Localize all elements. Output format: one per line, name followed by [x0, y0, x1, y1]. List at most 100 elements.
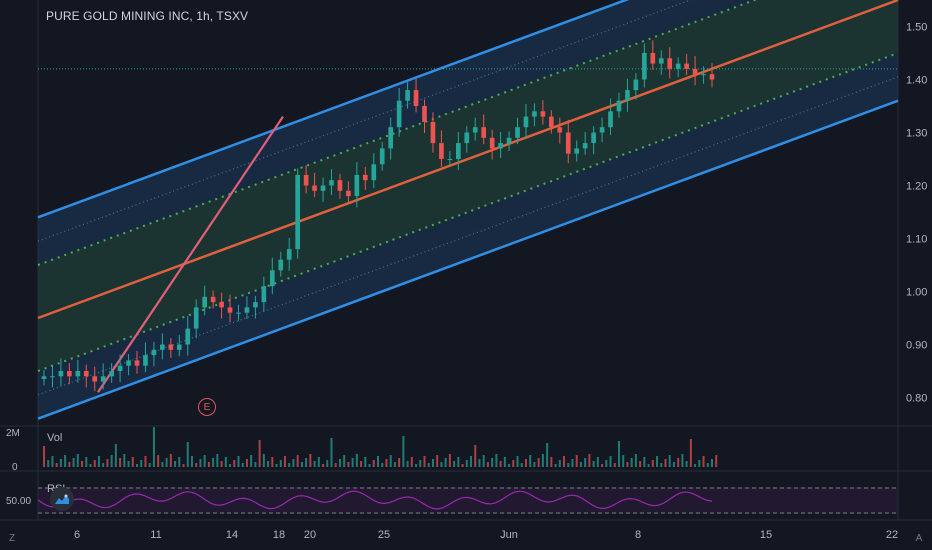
candle-body [303, 174, 309, 186]
candle-body [58, 371, 64, 377]
volume-bar [579, 462, 582, 467]
volume-bar [43, 446, 45, 467]
candle-body [658, 58, 664, 64]
candle-body [50, 376, 55, 378]
price-tick-label: 1.30 [906, 128, 927, 140]
volume-label: Vol [47, 432, 63, 444]
candle-body [261, 286, 267, 303]
volume-bar [355, 454, 358, 467]
candle-body [371, 164, 377, 181]
candle-body [565, 132, 571, 154]
candle-body [193, 307, 199, 329]
candle-body [362, 174, 368, 181]
volume-bar [495, 454, 498, 467]
volume-bar [419, 460, 422, 467]
candle-body [523, 116, 529, 128]
volume-bar [292, 459, 295, 467]
volume-bar [617, 441, 620, 467]
volume-bar [524, 459, 527, 467]
volume-bar [685, 461, 688, 467]
candle-body [396, 100, 402, 128]
volume-bar [537, 458, 540, 467]
candle-body [439, 143, 444, 159]
volume-bar [140, 460, 143, 467]
time-tick-label: 11 [150, 529, 161, 541]
volume-bar [68, 462, 71, 467]
volume-bar [639, 461, 642, 467]
volume-bar [381, 463, 384, 467]
volume-bar [516, 456, 519, 467]
volume-bar [360, 461, 363, 467]
auto-scale-button[interactable]: A [912, 532, 926, 546]
volume-bar [592, 461, 595, 467]
earnings-marker[interactable]: E [198, 398, 216, 416]
volume-bar [550, 457, 553, 467]
volume-bar [144, 456, 147, 467]
price-chart[interactable]: 1.50 1.40 1.30 1.20 1.10 1.00 0.90 0.80 2M 0 50.00… [0, 0, 932, 550]
candle-body [176, 344, 182, 350]
volume-bar [533, 462, 536, 467]
volume-bar [656, 456, 659, 467]
volume-bar [216, 454, 219, 467]
volume-bar [313, 461, 316, 467]
candle-body [684, 63, 689, 69]
candle-body [143, 355, 148, 366]
candle-body [405, 90, 410, 101]
volume-bar [161, 462, 164, 467]
volume-bar [288, 463, 291, 467]
volume-bar [694, 464, 697, 467]
zoom-button[interactable]: Z [5, 532, 19, 546]
volume-bar [596, 457, 599, 467]
candle-body [591, 132, 596, 144]
volume-bar [377, 456, 379, 467]
candle-body [388, 127, 394, 149]
candle-body [599, 127, 605, 133]
candle-body [134, 360, 140, 366]
candle-body [489, 137, 495, 149]
volume-bar [415, 464, 418, 467]
volume-bar [148, 463, 151, 467]
candle-body [278, 259, 284, 271]
price-tick-label: 0.80 [906, 393, 927, 405]
volume-bar [461, 464, 464, 467]
candle-body [625, 90, 630, 101]
volume-bar [279, 460, 282, 467]
volume-bar [81, 461, 84, 467]
volume-bar [677, 458, 680, 467]
volume-bar [102, 463, 105, 467]
time-tick-label: 22 [886, 529, 898, 541]
volume-bar [664, 459, 667, 467]
candle-body [557, 127, 563, 133]
candle-body [422, 106, 427, 122]
volume-bar [64, 455, 67, 467]
candle-body [354, 174, 360, 197]
candle-body [269, 270, 275, 287]
volume-bar [571, 459, 574, 467]
candle-body [75, 371, 81, 377]
volume-bar [681, 454, 684, 467]
volume-bar [199, 459, 202, 467]
volume-bar [93, 460, 96, 467]
volume-bar [326, 460, 329, 467]
candle-body [100, 376, 106, 382]
candle-body [616, 100, 622, 112]
volume-bar [402, 436, 405, 467]
volume-bar [106, 459, 109, 467]
volume-bar [72, 458, 75, 467]
volume-bar [491, 458, 494, 467]
volume-bar [436, 455, 439, 467]
candle-body [126, 360, 131, 366]
price-tick-label: 1.20 [906, 181, 927, 193]
volume-bar [275, 464, 278, 467]
symbol-title[interactable]: PURE GOLD MINING INC, 1h, TSXV [46, 9, 248, 23]
candle-body [210, 296, 216, 303]
candle-body [692, 68, 698, 75]
candle-body [295, 174, 300, 250]
volume-tick-label: 0 [12, 462, 18, 473]
volume-bar [702, 456, 705, 467]
volume-bar [453, 461, 456, 467]
volume-bar [440, 462, 443, 467]
candle-body [117, 365, 123, 371]
volume-bar [343, 455, 346, 467]
volume-bar [347, 462, 350, 467]
